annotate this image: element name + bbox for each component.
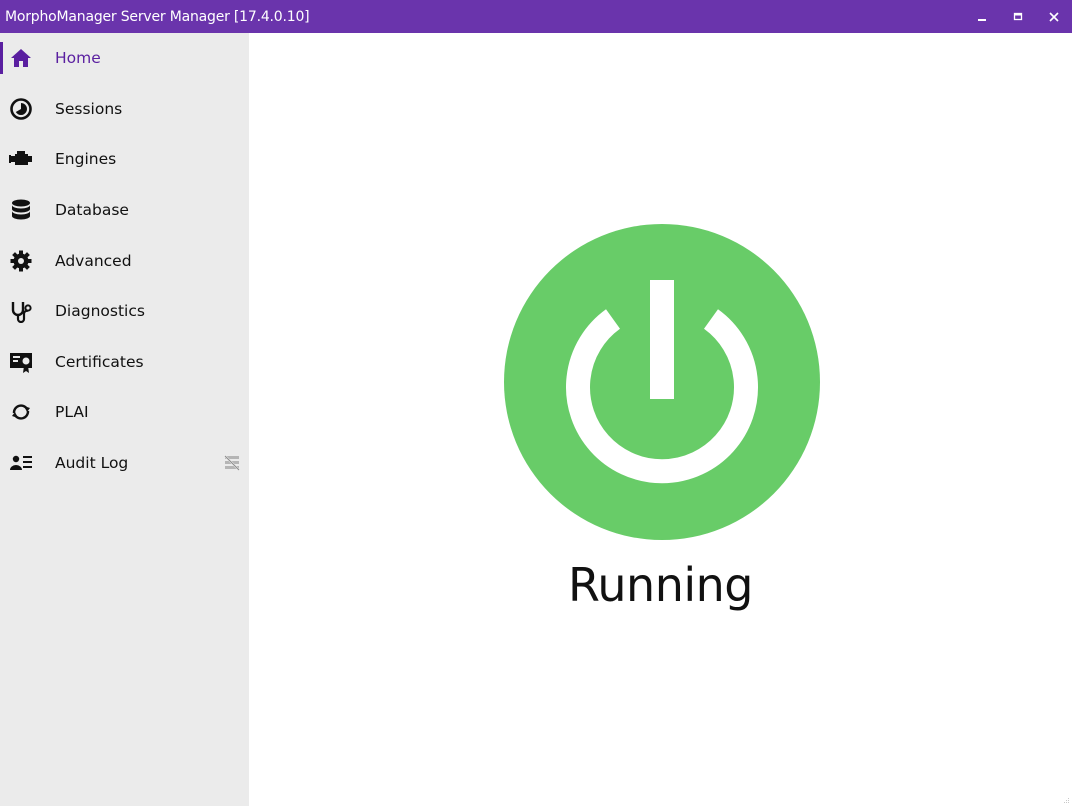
sidebar-item-sessions[interactable]: Sessions [0,84,249,135]
maximize-button[interactable] [1000,0,1036,33]
app-window: MorphoManager Server Manager [17.4.0.10] [0,0,1072,806]
engine-icon [8,146,34,172]
sidebar-item-database[interactable]: Database [0,185,249,236]
active-indicator [0,42,3,74]
gear-icon [8,248,34,274]
sidebar-item-advanced[interactable]: Advanced [0,235,249,286]
close-icon [1049,11,1059,22]
sidebar-item-engines[interactable]: Engines [0,134,249,185]
certificate-icon [8,349,34,375]
title-bar: MorphoManager Server Manager [17.4.0.10] [0,0,1072,33]
service-status-text: Running [568,558,754,612]
sidebar-item-label: Home [55,49,101,68]
sidebar-item-label: Audit Log [55,454,129,473]
sidebar-item-diagnostics[interactable]: Diagnostics [0,286,249,337]
sidebar-item-audit-log[interactable]: Audit Log [0,438,249,489]
sidebar-item-label: Certificates [55,352,144,371]
home-icon [8,45,34,71]
sidebar-item-plai[interactable]: PLAI [0,387,249,438]
sidebar: Home Sessions Engines Database Advanced … [0,33,249,806]
maximize-icon [1013,12,1023,20]
resize-grip-icon[interactable] [1064,798,1070,804]
database-icon [8,197,34,223]
minimize-icon [978,18,986,21]
sidebar-item-label: Diagnostics [55,302,145,321]
sidebar-item-label: Database [55,201,129,220]
window-controls [964,0,1072,33]
close-button[interactable] [1036,0,1072,33]
stethoscope-icon [8,298,34,324]
sidebar-item-home[interactable]: Home [0,33,249,84]
sidebar-item-label: Engines [55,150,117,169]
minimize-button[interactable] [964,0,1000,33]
sync-icon [8,399,34,425]
disconnected-icon [222,453,242,473]
service-power-button[interactable] [503,223,821,541]
sidebar-item-certificates[interactable]: Certificates [0,337,249,388]
power-icon [504,224,820,540]
window-title: MorphoManager Server Manager [17.4.0.10] [5,8,310,25]
main-content: Running [249,33,1072,806]
sidebar-item-label: Sessions [55,99,123,118]
sessions-icon [8,96,34,122]
sidebar-item-label: PLAI [55,403,89,422]
sidebar-item-label: Advanced [55,251,132,270]
audit-log-icon [8,450,34,476]
